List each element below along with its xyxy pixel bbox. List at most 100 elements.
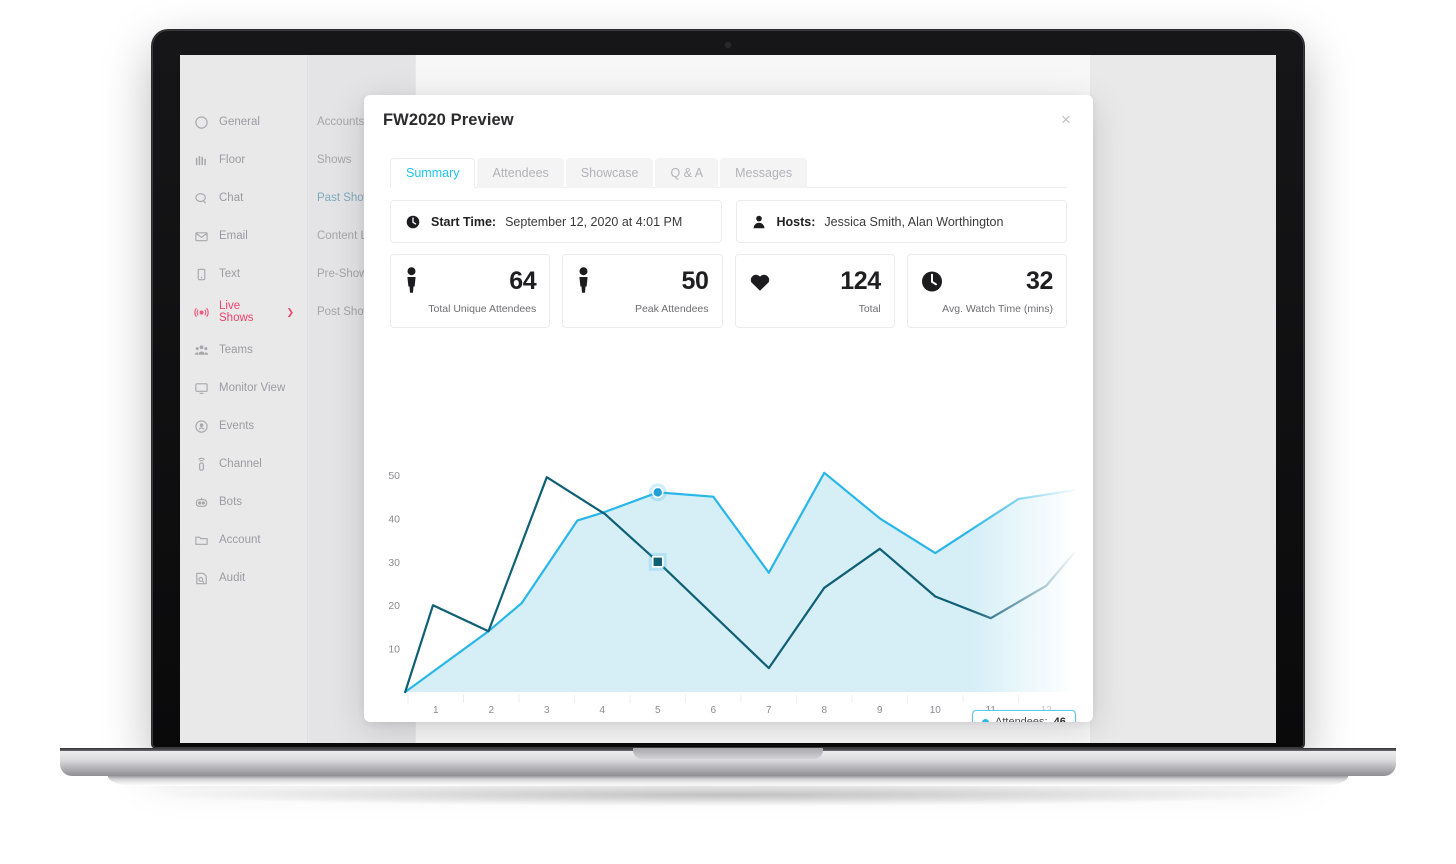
sidebar-item-label: Audit <box>219 572 246 584</box>
chat-icon <box>194 191 209 206</box>
sidebar-item-label: Monitor View <box>219 382 286 394</box>
laptop-notch <box>633 748 823 759</box>
y-axis-tick: 50 <box>388 470 400 482</box>
sidebar-item-label: Text <box>219 268 241 280</box>
hosts-value: Jessica Smith, Alan Worthington <box>824 214 1004 229</box>
x-axis-tick: 3 <box>544 705 550 716</box>
stat-label: Total Unique Attendees <box>428 303 537 315</box>
chart-svg: 1020304050 123456789101112 <box>388 470 1092 716</box>
laptop-screen: General Floor Chat Email Text Live Shows… <box>180 55 1276 743</box>
person-icon <box>751 213 768 230</box>
clock-icon <box>921 269 943 293</box>
x-axis-tick: 9 <box>877 705 883 716</box>
stat-card-peak-attendees: 50 Peak Attendees <box>562 254 723 328</box>
stat-value: 32 <box>1025 266 1053 295</box>
x-axis-tick: 4 <box>599 705 605 716</box>
person-icon <box>576 267 598 293</box>
sidebar-item-floor[interactable]: Floor <box>180 141 307 179</box>
sidebar-item-label: Events <box>219 420 255 432</box>
monitor-icon <box>194 381 209 396</box>
stat-card-total-likes: 124 Total <box>734 254 895 328</box>
sidebar-item-bots[interactable]: Bots <box>180 483 307 521</box>
laptop-mockup: General Floor Chat Email Text Live Shows… <box>0 0 1456 864</box>
audit-icon <box>194 571 209 586</box>
tooltip-dot-icon <box>982 718 989 722</box>
stat-value: 64 <box>509 266 537 295</box>
tab-attendees[interactable]: Attendees <box>477 158 564 188</box>
bot-icon <box>194 495 209 510</box>
analytics-chart: 1020304050 123456789101112 Attendees: 46… <box>364 350 1093 722</box>
hosts-card: Hosts: Jessica Smith, Alan Worthington <box>735 200 1067 243</box>
y-axis-tick: 20 <box>388 600 400 612</box>
sidebar-item-label: Floor <box>219 154 246 166</box>
start-time-card: Start Time: September 12, 2020 at 4:01 P… <box>390 200 722 243</box>
tab-summary[interactable]: Summary <box>390 158 476 188</box>
info-row: Start Time: September 12, 2020 at 4:01 P… <box>390 200 1067 243</box>
stat-label: Total <box>858 303 881 315</box>
sidebar-item-email[interactable]: Email <box>180 217 307 255</box>
sidebar-item-events[interactable]: Events <box>180 407 307 445</box>
stats-row: 64 Total Unique Attendees 50 Peak Attend… <box>390 254 1067 328</box>
y-axis-tick: 30 <box>388 557 400 569</box>
circle-icon <box>194 115 209 130</box>
x-axis-tick: 7 <box>766 705 772 716</box>
laptop-shadow <box>170 784 1290 806</box>
start-time-value: September 12, 2020 at 4:01 PM <box>505 214 683 229</box>
sidebar-item-chat[interactable]: Chat <box>180 179 307 217</box>
chart-y-axis-labels: 10 20 30 40 50 <box>388 470 400 656</box>
channel-icon <box>194 457 209 472</box>
events-icon <box>194 419 209 434</box>
app-sidebar: General Floor Chat Email Text Live Shows… <box>180 55 308 743</box>
show-preview-modal: FW2020 Preview × Summary Attendees Showc… <box>364 95 1093 722</box>
sidebar-item-text[interactable]: Text <box>180 255 307 293</box>
stat-label: Avg. Watch Time (mins) <box>942 303 1053 315</box>
laptop-base <box>60 748 1396 776</box>
x-axis-tick: 8 <box>821 705 827 716</box>
tab-qa[interactable]: Q & A <box>655 158 719 188</box>
tooltip-value: 46 <box>1053 716 1066 722</box>
heart-icon <box>749 269 771 293</box>
sidebar-item-teams[interactable]: Teams <box>180 331 307 369</box>
sidebar-item-general[interactable]: General <box>180 103 307 141</box>
x-axis-tick: 5 <box>655 705 661 716</box>
sidebar-item-live-shows[interactable]: Live Shows ❯ <box>180 293 307 331</box>
modal-title: FW2020 Preview <box>383 111 514 129</box>
phone-icon <box>194 267 209 282</box>
start-time-label: Start Time: <box>431 214 497 229</box>
chevron-right-icon: ❯ <box>286 306 294 317</box>
y-axis-tick: 10 <box>388 644 400 656</box>
floor-icon <box>194 153 209 168</box>
x-axis-tick: 6 <box>710 705 716 716</box>
stat-card-total-unique-attendees: 64 Total Unique Attendees <box>390 254 551 328</box>
tooltip-label: Attendees: <box>995 716 1048 722</box>
sidebar-item-label: Live Shows <box>219 300 254 324</box>
sidebar-item-channel[interactable]: Channel <box>180 445 307 483</box>
sidebar-item-monitor-view[interactable]: Monitor View <box>180 369 307 407</box>
chart-point-attendees[interactable] <box>651 486 664 499</box>
broadcast-icon <box>194 305 209 320</box>
tab-messages[interactable]: Messages <box>720 158 808 188</box>
sidebar-item-label: Email <box>219 230 248 242</box>
chart-series <box>404 471 1076 694</box>
app-right-gutter <box>1090 55 1276 743</box>
folder-icon <box>194 533 209 548</box>
modal-tabs: Summary Attendees Showcase Q & A Message… <box>390 158 1067 188</box>
y-axis-tick: 40 <box>388 513 400 525</box>
sidebar-item-audit[interactable]: Audit <box>180 559 307 597</box>
sidebar-item-label: General <box>219 116 260 128</box>
chart-area-fill <box>405 472 1074 692</box>
sidebar-item-label: Bots <box>219 496 243 508</box>
tooltip-attendees: Attendees: 46 <box>972 710 1076 722</box>
hosts-label: Hosts: <box>776 214 816 229</box>
stat-card-avg-watch-time: 32 Avg. Watch Time (mins) <box>906 254 1067 328</box>
teams-icon <box>194 343 209 358</box>
clock-icon <box>405 213 422 230</box>
person-icon <box>404 267 426 293</box>
sidebar-item-account[interactable]: Account <box>180 521 307 559</box>
chart-point-likes[interactable] <box>651 556 664 568</box>
tab-showcase[interactable]: Showcase <box>565 158 654 188</box>
sidebar-item-label: Account <box>219 534 261 546</box>
close-icon[interactable]: × <box>1056 111 1076 131</box>
stat-value: 50 <box>681 266 709 295</box>
x-axis-tick: 2 <box>488 705 494 716</box>
